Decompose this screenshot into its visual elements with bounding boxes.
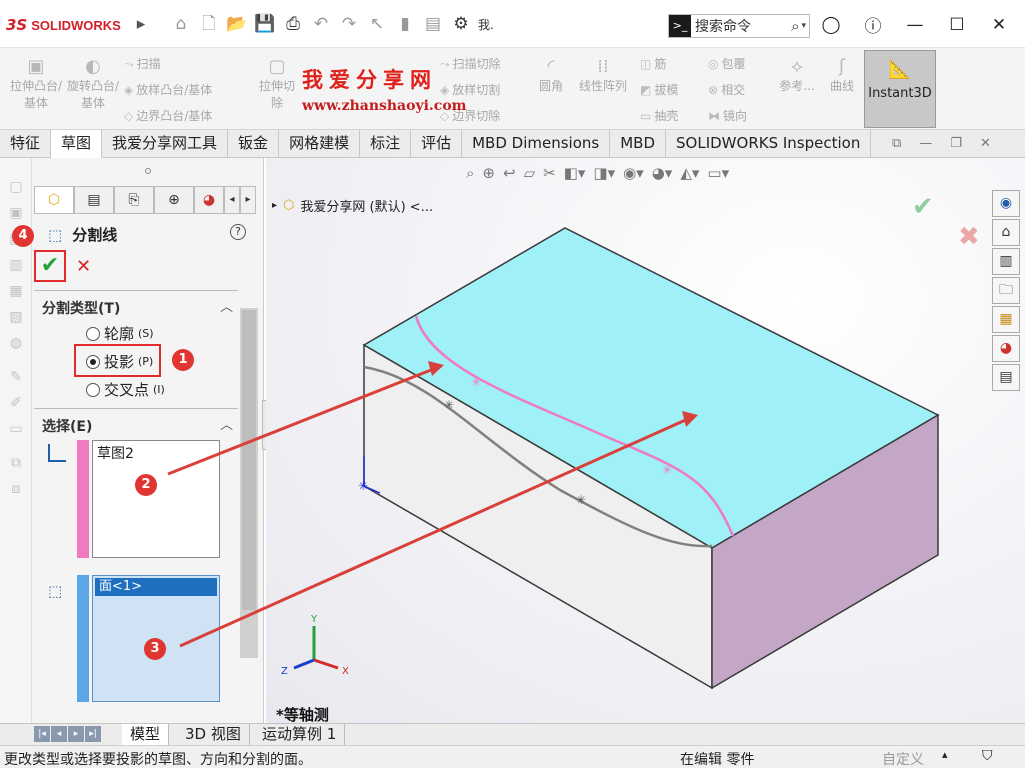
units-dropdown-icon[interactable]: ▴ <box>942 748 948 761</box>
home-icon[interactable]: ⌂ <box>992 219 1020 246</box>
svg-text:✳: ✳ <box>358 479 368 493</box>
view-palette-icon[interactable]: ▦ <box>992 306 1020 333</box>
custom-properties-icon[interactable]: ▤ <box>992 364 1020 391</box>
pink-point-marker: ✳ <box>471 375 481 389</box>
status-mode: 在编辑 零件 <box>680 752 755 768</box>
file-explorer-icon[interactable]: 🗀 <box>992 277 1020 304</box>
view-orientation-label: *等轴测 <box>276 706 329 724</box>
tab-navigation: |◂ ◂ ▸ ▸| <box>34 726 101 742</box>
status-bar: 更改类型或选择要投影的草图、方向和分割的面。 在编辑 零件 自定义 ▴ ⛉ <box>0 745 1025 768</box>
status-hint: 更改类型或选择要投影的草图、方向和分割的面。 <box>4 752 312 768</box>
tab-3d-views[interactable]: 3D 视图 <box>177 724 250 745</box>
tab-model[interactable]: 模型 <box>122 724 170 745</box>
rebuild-status-icon[interactable]: ⛉ <box>982 748 993 764</box>
gray-point-marker: ✳ <box>444 398 454 412</box>
tab-motion-study[interactable]: 运动算例 1 <box>254 724 346 745</box>
gray-point-marker: ✳ <box>576 493 586 507</box>
solidworks-resources-icon[interactable]: ◉ <box>992 190 1020 217</box>
step-badge-2: 2 <box>135 474 157 496</box>
orientation-triad: Y X Z <box>281 614 349 677</box>
prev-tab-icon[interactable]: ◂ <box>51 726 67 742</box>
last-tab-icon[interactable]: ▸| <box>85 726 101 742</box>
axis-z-label: Z <box>281 666 288 677</box>
pink-point-marker: ✳ <box>662 463 672 477</box>
design-library-icon[interactable]: ▥ <box>992 248 1020 275</box>
appearances-scenes-icon[interactable]: ◕ <box>992 335 1020 362</box>
first-tab-icon[interactable]: |◂ <box>34 726 50 742</box>
step-badge-3: 3 <box>144 638 166 660</box>
task-pane-tabs: ◉ ⌂ ▥ 🗀 ▦ ◕ ▤ <box>992 190 1022 400</box>
axis-y-label: Y <box>310 614 318 625</box>
status-custom-units[interactable]: 自定义 <box>882 749 924 768</box>
axis-x-label: X <box>342 666 349 677</box>
next-tab-icon[interactable]: ▸ <box>68 726 84 742</box>
